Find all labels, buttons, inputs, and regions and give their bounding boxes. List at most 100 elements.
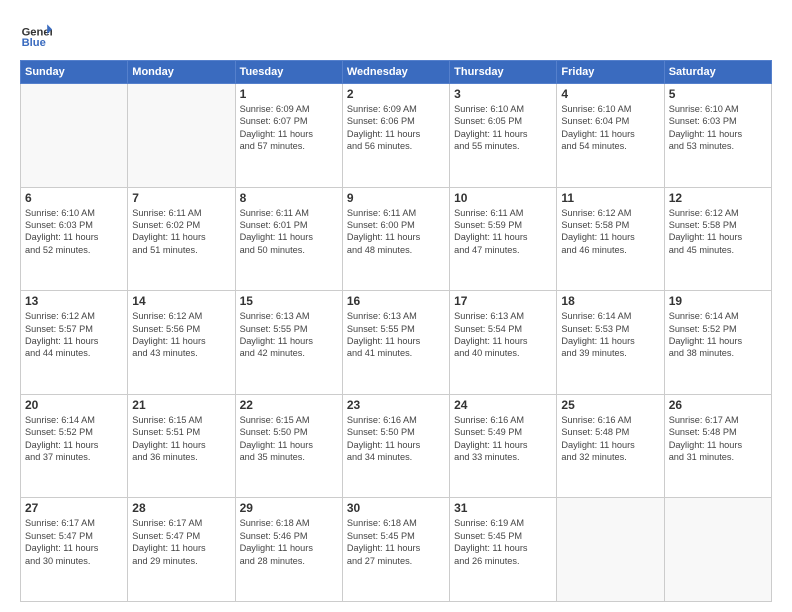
- day-number: 3: [454, 87, 552, 101]
- day-info: Sunrise: 6:10 AM Sunset: 6:03 PM Dayligh…: [25, 207, 123, 257]
- calendar-cell: 24Sunrise: 6:16 AM Sunset: 5:49 PM Dayli…: [450, 394, 557, 498]
- week-row-3: 20 Sunrise: 6:14 AM Sunset: 5:52 PM Dayli…: [21, 394, 772, 498]
- weekday-tuesday: Tuesday: [235, 61, 342, 84]
- day-number: 17: [454, 294, 552, 308]
- calendar-cell: 29 Sunrise: 6:18 AM Sunset: 5:46 PM Dayli…: [235, 498, 342, 602]
- day-number: 9: [347, 191, 445, 205]
- calendar-cell: 2 Sunrise: 6:09 AM Sunset: 6:06 PM Daylig…: [342, 84, 449, 188]
- calendar-cell: 5 Sunrise: 6:10 AM Sunset: 6:03 PM Daylig…: [664, 84, 771, 188]
- day-info: Sunrise: 6:17 AM Sunset: 5:48 PM Dayligh…: [669, 414, 767, 464]
- day-info: Sunrise: 6:14 AM Sunset: 5:52 PM Dayligh…: [669, 310, 767, 360]
- calendar: SundayMondayTuesdayWednesdayThursdayFrid…: [20, 60, 772, 602]
- day-info: Sunrise: 6:09 AM Sunset: 6:07 PM Dayligh…: [240, 103, 338, 153]
- day-info: Sunrise: 6:10 AM Sunset: 6:04 PM Dayligh…: [561, 103, 659, 153]
- calendar-cell: 12 Sunrise: 6:12 AM Sunset: 5:58 PM Dayli…: [664, 187, 771, 291]
- day-number: 16: [347, 294, 445, 308]
- day-number: 18: [561, 294, 659, 308]
- calendar-cell: 11 Sunrise: 6:12 AM Sunset: 5:58 PM Dayli…: [557, 187, 664, 291]
- calendar-cell: 25Sunrise: 6:16 AM Sunset: 5:48 PM Dayli…: [557, 394, 664, 498]
- calendar-cell: 16Sunrise: 6:13 AM Sunset: 5:55 PM Dayli…: [342, 291, 449, 395]
- day-number: 20: [25, 398, 123, 412]
- calendar-cell: 23 Sunrise: 6:16 AM Sunset: 5:50 PM Dayli…: [342, 394, 449, 498]
- day-info: Sunrise: 6:14 AM Sunset: 5:53 PM Dayligh…: [561, 310, 659, 360]
- day-number: 11: [561, 191, 659, 205]
- calendar-cell: 6Sunrise: 6:10 AM Sunset: 6:03 PM Daylig…: [21, 187, 128, 291]
- day-info: Sunrise: 6:16 AM Sunset: 5:50 PM Dayligh…: [347, 414, 445, 464]
- day-number: 21: [132, 398, 230, 412]
- calendar-cell: 21 Sunrise: 6:15 AM Sunset: 5:51 PM Dayli…: [128, 394, 235, 498]
- day-number: 27: [25, 501, 123, 515]
- day-info: Sunrise: 6:13 AM Sunset: 5:54 PM Dayligh…: [454, 310, 552, 360]
- day-info: Sunrise: 6:12 AM Sunset: 5:56 PM Dayligh…: [132, 310, 230, 360]
- day-number: 2: [347, 87, 445, 101]
- calendar-cell: [664, 498, 771, 602]
- calendar-cell: 3 Sunrise: 6:10 AM Sunset: 6:05 PM Daylig…: [450, 84, 557, 188]
- day-number: 1: [240, 87, 338, 101]
- weekday-thursday: Thursday: [450, 61, 557, 84]
- calendar-cell: 15Sunrise: 6:13 AM Sunset: 5:55 PM Dayli…: [235, 291, 342, 395]
- day-info: Sunrise: 6:11 AM Sunset: 6:02 PM Dayligh…: [132, 207, 230, 257]
- calendar-cell: 18 Sunrise: 6:14 AM Sunset: 5:53 PM Dayli…: [557, 291, 664, 395]
- logo: General Blue: [20, 18, 55, 50]
- day-number: 26: [669, 398, 767, 412]
- calendar-cell: 26 Sunrise: 6:17 AM Sunset: 5:48 PM Dayli…: [664, 394, 771, 498]
- weekday-friday: Friday: [557, 61, 664, 84]
- day-number: 31: [454, 501, 552, 515]
- calendar-body: 1 Sunrise: 6:09 AM Sunset: 6:07 PM Daylig…: [21, 84, 772, 602]
- day-number: 14: [132, 294, 230, 308]
- day-number: 15: [240, 294, 338, 308]
- day-info: Sunrise: 6:16 AM Sunset: 5:49 PM Dayligh…: [454, 414, 552, 464]
- calendar-cell: 4 Sunrise: 6:10 AM Sunset: 6:04 PM Daylig…: [557, 84, 664, 188]
- calendar-cell: 1 Sunrise: 6:09 AM Sunset: 6:07 PM Daylig…: [235, 84, 342, 188]
- day-info: Sunrise: 6:14 AM Sunset: 5:52 PM Dayligh…: [25, 414, 123, 464]
- calendar-cell: 20 Sunrise: 6:14 AM Sunset: 5:52 PM Dayli…: [21, 394, 128, 498]
- day-number: 28: [132, 501, 230, 515]
- day-info: Sunrise: 6:17 AM Sunset: 5:47 PM Dayligh…: [25, 517, 123, 567]
- calendar-cell: 10 Sunrise: 6:11 AM Sunset: 5:59 PM Dayli…: [450, 187, 557, 291]
- week-row-1: 6Sunrise: 6:10 AM Sunset: 6:03 PM Daylig…: [21, 187, 772, 291]
- day-number: 23: [347, 398, 445, 412]
- weekday-saturday: Saturday: [664, 61, 771, 84]
- day-info: Sunrise: 6:10 AM Sunset: 6:05 PM Dayligh…: [454, 103, 552, 153]
- day-number: 10: [454, 191, 552, 205]
- calendar-cell: [21, 84, 128, 188]
- weekday-sunday: Sunday: [21, 61, 128, 84]
- calendar-cell: 27 Sunrise: 6:17 AM Sunset: 5:47 PM Dayli…: [21, 498, 128, 602]
- calendar-cell: 14 Sunrise: 6:12 AM Sunset: 5:56 PM Dayli…: [128, 291, 235, 395]
- day-info: Sunrise: 6:15 AM Sunset: 5:51 PM Dayligh…: [132, 414, 230, 464]
- day-number: 4: [561, 87, 659, 101]
- day-info: Sunrise: 6:11 AM Sunset: 5:59 PM Dayligh…: [454, 207, 552, 257]
- day-info: Sunrise: 6:15 AM Sunset: 5:50 PM Dayligh…: [240, 414, 338, 464]
- calendar-cell: 22 Sunrise: 6:15 AM Sunset: 5:50 PM Dayli…: [235, 394, 342, 498]
- calendar-cell: 30Sunrise: 6:18 AM Sunset: 5:45 PM Dayli…: [342, 498, 449, 602]
- day-number: 19: [669, 294, 767, 308]
- day-number: 13: [25, 294, 123, 308]
- day-number: 12: [669, 191, 767, 205]
- day-number: 7: [132, 191, 230, 205]
- calendar-cell: 17 Sunrise: 6:13 AM Sunset: 5:54 PM Dayli…: [450, 291, 557, 395]
- day-number: 29: [240, 501, 338, 515]
- calendar-cell: [557, 498, 664, 602]
- day-info: Sunrise: 6:19 AM Sunset: 5:45 PM Dayligh…: [454, 517, 552, 567]
- day-number: 25: [561, 398, 659, 412]
- calendar-cell: [128, 84, 235, 188]
- weekday-header: SundayMondayTuesdayWednesdayThursdayFrid…: [21, 61, 772, 84]
- calendar-cell: 31 Sunrise: 6:19 AM Sunset: 5:45 PM Dayli…: [450, 498, 557, 602]
- day-info: Sunrise: 6:12 AM Sunset: 5:58 PM Dayligh…: [561, 207, 659, 257]
- calendar-cell: 9Sunrise: 6:11 AM Sunset: 6:00 PM Daylig…: [342, 187, 449, 291]
- day-number: 30: [347, 501, 445, 515]
- day-number: 8: [240, 191, 338, 205]
- day-info: Sunrise: 6:10 AM Sunset: 6:03 PM Dayligh…: [669, 103, 767, 153]
- day-info: Sunrise: 6:09 AM Sunset: 6:06 PM Dayligh…: [347, 103, 445, 153]
- calendar-cell: 8Sunrise: 6:11 AM Sunset: 6:01 PM Daylig…: [235, 187, 342, 291]
- week-row-0: 1 Sunrise: 6:09 AM Sunset: 6:07 PM Daylig…: [21, 84, 772, 188]
- day-info: Sunrise: 6:12 AM Sunset: 5:58 PM Dayligh…: [669, 207, 767, 257]
- calendar-cell: 19 Sunrise: 6:14 AM Sunset: 5:52 PM Dayli…: [664, 291, 771, 395]
- weekday-wednesday: Wednesday: [342, 61, 449, 84]
- header: General Blue: [20, 18, 772, 50]
- day-number: 22: [240, 398, 338, 412]
- week-row-4: 27 Sunrise: 6:17 AM Sunset: 5:47 PM Dayli…: [21, 498, 772, 602]
- day-info: Sunrise: 6:18 AM Sunset: 5:46 PM Dayligh…: [240, 517, 338, 567]
- week-row-2: 13Sunrise: 6:12 AM Sunset: 5:57 PM Dayli…: [21, 291, 772, 395]
- day-number: 5: [669, 87, 767, 101]
